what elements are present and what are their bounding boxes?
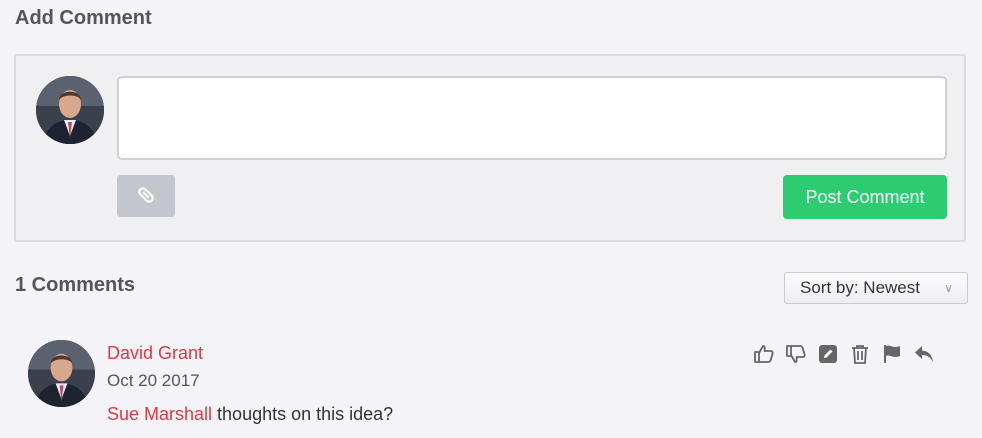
comment-text: thoughts on this idea? bbox=[212, 404, 394, 424]
post-comment-button[interactable]: Post Comment bbox=[783, 175, 947, 219]
paperclip-icon bbox=[136, 185, 156, 208]
sort-select[interactable]: Sort by: Newest ∨ bbox=[784, 272, 968, 304]
thumbs-up-icon[interactable] bbox=[752, 342, 776, 366]
add-comment-title: Add Comment bbox=[15, 7, 152, 29]
comment-actions bbox=[752, 342, 944, 366]
comment-avatar bbox=[28, 340, 95, 407]
reply-icon[interactable] bbox=[912, 342, 936, 366]
comment-input[interactable] bbox=[117, 76, 947, 160]
attach-file-button[interactable] bbox=[117, 175, 175, 217]
avatar bbox=[36, 76, 104, 144]
comment-compose-box: Post Comment bbox=[14, 54, 966, 242]
flag-icon[interactable] bbox=[880, 342, 904, 366]
mention-link[interactable]: Sue Marshall bbox=[107, 404, 212, 424]
comments-count: 1 Comments bbox=[15, 274, 136, 296]
chevron-down-icon: ∨ bbox=[944, 281, 953, 295]
comment-date: Oct 20 2017 bbox=[107, 371, 200, 390]
comment-author-link[interactable]: David Grant bbox=[107, 343, 203, 364]
sort-select-value: Sort by: Newest bbox=[800, 278, 920, 297]
edit-icon[interactable] bbox=[816, 342, 840, 366]
comment-body: Sue Marshall thoughts on this idea? bbox=[107, 404, 393, 425]
thumbs-down-icon[interactable] bbox=[784, 342, 808, 366]
trash-icon[interactable] bbox=[848, 342, 872, 366]
